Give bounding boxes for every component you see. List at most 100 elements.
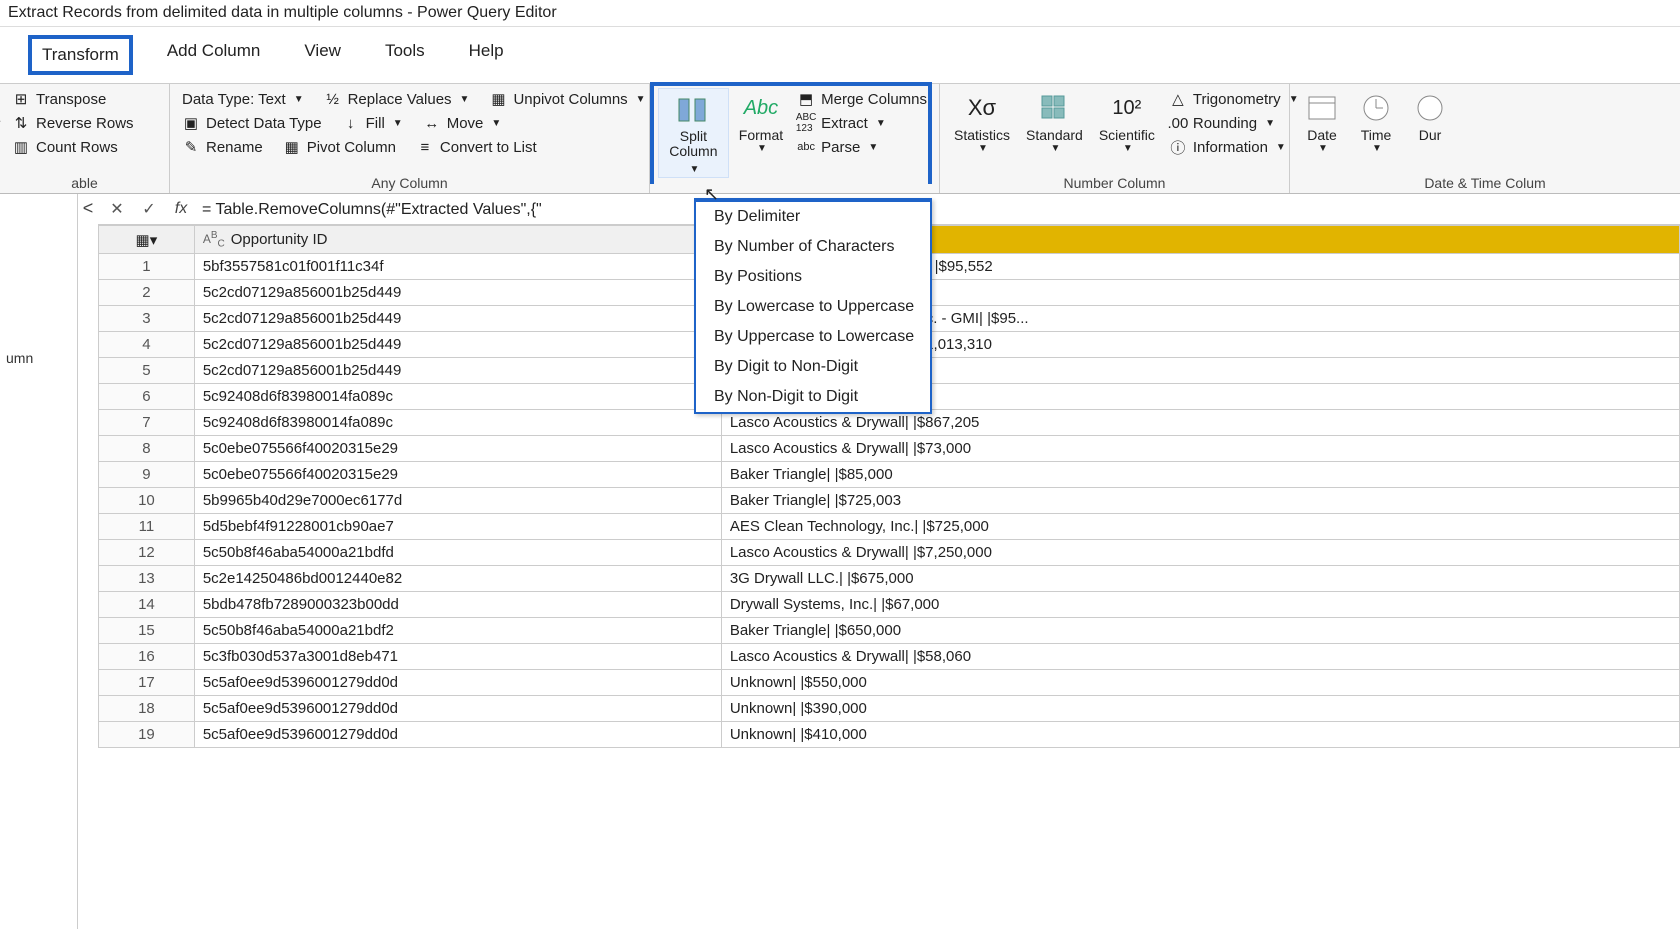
cell-opportunity-id[interactable]: 5c5af0ee9d5396001279dd0d xyxy=(194,696,721,722)
count-rows-button[interactable]: ▥ Count Rows xyxy=(8,136,161,158)
tab-add-column[interactable]: Add Column xyxy=(157,35,271,75)
table-row[interactable]: 185c5af0ee9d5396001279dd0dUnknown| |$390… xyxy=(99,696,1680,722)
cell-opportunity-id[interactable]: 5c5af0ee9d5396001279dd0d xyxy=(194,670,721,696)
date-button[interactable]: Date ▼ xyxy=(1298,88,1346,156)
row-number: 17 xyxy=(99,670,195,696)
table-row[interactable]: 85c0ebe075566f40020315e29Lasco Acoustics… xyxy=(99,436,1680,462)
column-header-opportunity-id[interactable]: ABC Opportunity ID ▼ xyxy=(194,226,721,254)
table-row[interactable]: 145bdb478fb7289000323b00ddDrywall System… xyxy=(99,592,1680,618)
table-row[interactable]: 195c5af0ee9d5396001279dd0dUnknown| |$410… xyxy=(99,722,1680,748)
cell-opportunity-id[interactable]: 5c2cd07129a856001b25d449 xyxy=(194,358,721,384)
cell-opportunity-id[interactable]: 5c5af0ee9d5396001279dd0d xyxy=(194,722,721,748)
menu-by-num-chars[interactable]: By Number of Characters xyxy=(696,232,930,262)
formula-text[interactable]: = Table.RemoveColumns(#"Extracted Values… xyxy=(202,199,1672,219)
cell-custom[interactable]: Baker Triangle| |$650,000 xyxy=(721,618,1679,644)
chevron-down-icon: ▼ xyxy=(460,94,470,105)
detect-type-button[interactable]: ▣ Detect Data Type xyxy=(178,112,326,134)
tab-transform[interactable]: Transform xyxy=(28,35,133,75)
cell-opportunity-id[interactable]: 5d5bebf4f91228001cb90ae7 xyxy=(194,514,721,540)
table-row[interactable]: 105b9965b40d29e7000ec6177dBaker Triangle… xyxy=(99,488,1680,514)
standard-button[interactable]: Standard ▼ xyxy=(1020,88,1089,158)
table-icon-header[interactable]: ▦▾ xyxy=(99,226,195,254)
replace-values-label: Replace Values xyxy=(348,91,452,108)
cell-custom[interactable]: AES Clean Technology, Inc.| |$725,000 xyxy=(721,514,1679,540)
cancel-formula-button[interactable]: ✕ xyxy=(106,198,128,220)
detect-icon: ▣ xyxy=(182,114,200,132)
menu-by-digit-nondigit[interactable]: By Digit to Non-Digit xyxy=(696,352,930,382)
information-label: Information xyxy=(1193,139,1268,156)
cell-opportunity-id[interactable]: 5c50b8f46aba54000a21bdf2 xyxy=(194,618,721,644)
trig-button[interactable]: △ Trigonometry ▼ xyxy=(1165,88,1303,110)
rounding-button[interactable]: .00 Rounding ▼ xyxy=(1165,112,1303,134)
chevron-down-icon: ▼ xyxy=(294,94,304,105)
pivot-button[interactable]: ▦ Pivot Column xyxy=(279,136,400,158)
row-number: 15 xyxy=(99,618,195,644)
table-row[interactable]: 95c0ebe075566f40020315e29Baker Triangle|… xyxy=(99,462,1680,488)
table-row[interactable]: 175c5af0ee9d5396001279dd0dUnknown| |$550… xyxy=(99,670,1680,696)
row-number: 10 xyxy=(99,488,195,514)
cell-opportunity-id[interactable]: 5c0ebe075566f40020315e29 xyxy=(194,462,721,488)
cell-custom[interactable]: Unknown| |$550,000 xyxy=(721,670,1679,696)
cell-opportunity-id[interactable]: 5bf3557581c01f001f11c34f xyxy=(194,254,721,280)
cell-opportunity-id[interactable]: 5c2cd07129a856001b25d449 xyxy=(194,332,721,358)
cell-opportunity-id[interactable]: 5c3fb030d537a3001d8eb471 xyxy=(194,644,721,670)
cell-opportunity-id[interactable]: 5c92408d6f83980014fa089c xyxy=(194,410,721,436)
cell-custom[interactable]: Unknown| |$410,000 xyxy=(721,722,1679,748)
cell-opportunity-id[interactable]: 5c2cd07129a856001b25d449 xyxy=(194,280,721,306)
data-type-button[interactable]: Data Type: Text ▼ xyxy=(178,89,308,110)
rename-label: Rename xyxy=(206,139,263,156)
scientific-button[interactable]: 10² Scientific ▼ xyxy=(1093,88,1161,158)
cell-opportunity-id[interactable]: 5bdb478fb7289000323b00dd xyxy=(194,592,721,618)
table-row[interactable]: 125c50b8f46aba54000a21bdfdLasco Acoustic… xyxy=(99,540,1680,566)
menu-by-lower-upper[interactable]: By Lowercase to Uppercase xyxy=(696,292,930,322)
transpose-button[interactable]: ⊞ Transpose xyxy=(8,88,161,110)
cell-custom[interactable]: Baker Triangle| |$725,003 xyxy=(721,488,1679,514)
tab-help[interactable]: Help xyxy=(459,35,514,75)
cell-custom[interactable]: Drywall Systems, Inc.| |$67,000 xyxy=(721,592,1679,618)
cell-opportunity-id[interactable]: 5c2e14250486bd0012440e82 xyxy=(194,566,721,592)
accept-formula-button[interactable]: ✓ xyxy=(138,198,160,220)
information-button[interactable]: ⓘ Information ▼ xyxy=(1165,136,1303,158)
ribbon-tabs: Transform Add Column View Tools Help xyxy=(0,27,1680,84)
cell-custom[interactable]: Baker Triangle| |$85,000 xyxy=(721,462,1679,488)
collapse-panel-button[interactable]: < xyxy=(78,194,98,929)
menu-by-delimiter[interactable]: By Delimiter xyxy=(696,202,930,232)
move-button[interactable]: ↔ Move ▼ xyxy=(419,112,506,134)
cell-opportunity-id[interactable]: 5b9965b40d29e7000ec6177d xyxy=(194,488,721,514)
menu-by-nondigit-digit[interactable]: By Non-Digit to Digit xyxy=(696,382,930,412)
count-rows-label: Count Rows xyxy=(36,139,118,156)
table-row[interactable]: 155c50b8f46aba54000a21bdf2Baker Triangle… xyxy=(99,618,1680,644)
unpivot-button[interactable]: ▦ Unpivot Columns ▼ xyxy=(485,88,649,110)
fill-button[interactable]: ↓ Fill ▼ xyxy=(338,112,407,134)
menu-by-positions[interactable]: By Positions xyxy=(696,262,930,292)
duration-icon xyxy=(1412,90,1448,126)
statistics-button[interactable]: Χσ Statistics ▼ xyxy=(948,88,1016,158)
row-number: 4 xyxy=(99,332,195,358)
number-column-group-label: Number Column xyxy=(948,173,1281,191)
menu-by-upper-lower[interactable]: By Uppercase to Lowercase xyxy=(696,322,930,352)
convert-list-button[interactable]: ≡ Convert to List xyxy=(412,136,541,158)
tab-tools[interactable]: Tools xyxy=(375,35,435,75)
table-row[interactable]: 165c3fb030d537a3001d8eb471Lasco Acoustic… xyxy=(99,644,1680,670)
chevron-down-icon: ▼ xyxy=(1318,143,1328,154)
rename-button[interactable]: ✎ Rename xyxy=(178,136,267,158)
cell-custom[interactable]: Unknown| |$390,000 xyxy=(721,696,1679,722)
cell-opportunity-id[interactable]: 5c50b8f46aba54000a21bdfd xyxy=(194,540,721,566)
duration-button[interactable]: Dur xyxy=(1406,88,1454,145)
table-row[interactable]: 115d5bebf4f91228001cb90ae7AES Clean Tech… xyxy=(99,514,1680,540)
reverse-rows-button[interactable]: ⇅ Reverse Rows w ▾ xyxy=(8,112,161,134)
time-button[interactable]: Time ▼ xyxy=(1352,88,1400,156)
cell-custom[interactable]: 3G Drywall LLC.| |$675,000 xyxy=(721,566,1679,592)
cell-custom[interactable]: Lasco Acoustics & Drywall| |$58,060 xyxy=(721,644,1679,670)
rounding-icon: .00 xyxy=(1169,114,1187,132)
cell-custom[interactable]: Lasco Acoustics & Drywall| |$73,000 xyxy=(721,436,1679,462)
tab-view[interactable]: View xyxy=(294,35,351,75)
cell-custom[interactable]: Lasco Acoustics & Drywall| |$7,250,000 xyxy=(721,540,1679,566)
transpose-icon: ⊞ xyxy=(12,90,30,108)
cell-opportunity-id[interactable]: 5c92408d6f83980014fa089c xyxy=(194,384,721,410)
cell-opportunity-id[interactable]: 5c2cd07129a856001b25d449 xyxy=(194,306,721,332)
replace-values-button[interactable]: ½ Replace Values ▼ xyxy=(320,88,474,110)
opp-id-label: Opportunity ID xyxy=(231,231,328,248)
cell-opportunity-id[interactable]: 5c0ebe075566f40020315e29 xyxy=(194,436,721,462)
table-row[interactable]: 135c2e14250486bd0012440e823G Drywall LLC… xyxy=(99,566,1680,592)
